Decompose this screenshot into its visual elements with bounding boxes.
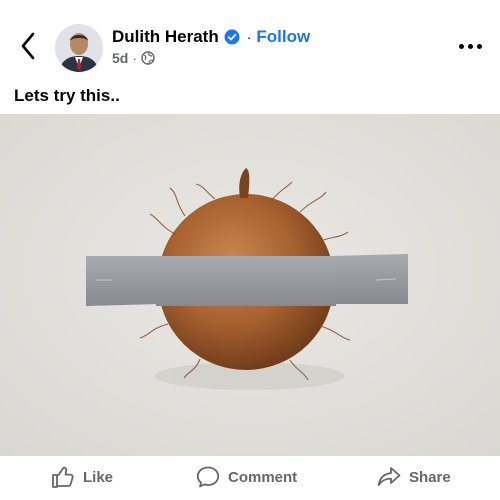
share-label: Share: [409, 468, 451, 486]
share-arrow-icon: [377, 466, 401, 488]
dot-icon: [467, 43, 473, 49]
like-button[interactable]: Like: [51, 466, 113, 488]
avatar[interactable]: [55, 24, 103, 72]
speech-bubble-icon: [196, 466, 220, 488]
post-header: Dulith Herath · Follow 5d ·: [0, 0, 500, 82]
coconut-taped-photo: [0, 114, 500, 456]
meta-separator: ·: [132, 50, 138, 66]
separator-dot: ·: [246, 29, 252, 45]
post-caption: Lets try this..: [14, 86, 120, 105]
dot-icon: [458, 43, 464, 49]
back-button[interactable]: [14, 30, 42, 62]
like-label: Like: [83, 468, 114, 486]
post-actions: Like Comment Share: [0, 456, 500, 500]
comment-label: Comment: [228, 468, 298, 486]
timestamp[interactable]: 5d: [112, 50, 128, 66]
globe-icon: [141, 51, 155, 65]
comment-button[interactable]: Comment: [196, 466, 297, 488]
follow-button[interactable]: Follow: [256, 27, 310, 47]
thumbs-up-icon: [51, 466, 75, 488]
author-row: Dulith Herath · Follow: [112, 27, 310, 47]
verified-badge-icon: [224, 29, 240, 45]
share-button[interactable]: Share: [377, 466, 451, 488]
chevron-left-icon: [21, 32, 35, 60]
more-options-button[interactable]: [456, 36, 484, 56]
profile-photo: [55, 24, 103, 72]
post-meta: 5d ·: [112, 50, 155, 66]
post-image[interactable]: [0, 114, 500, 456]
author-name[interactable]: Dulith Herath: [112, 27, 219, 47]
dot-icon: [476, 43, 482, 49]
